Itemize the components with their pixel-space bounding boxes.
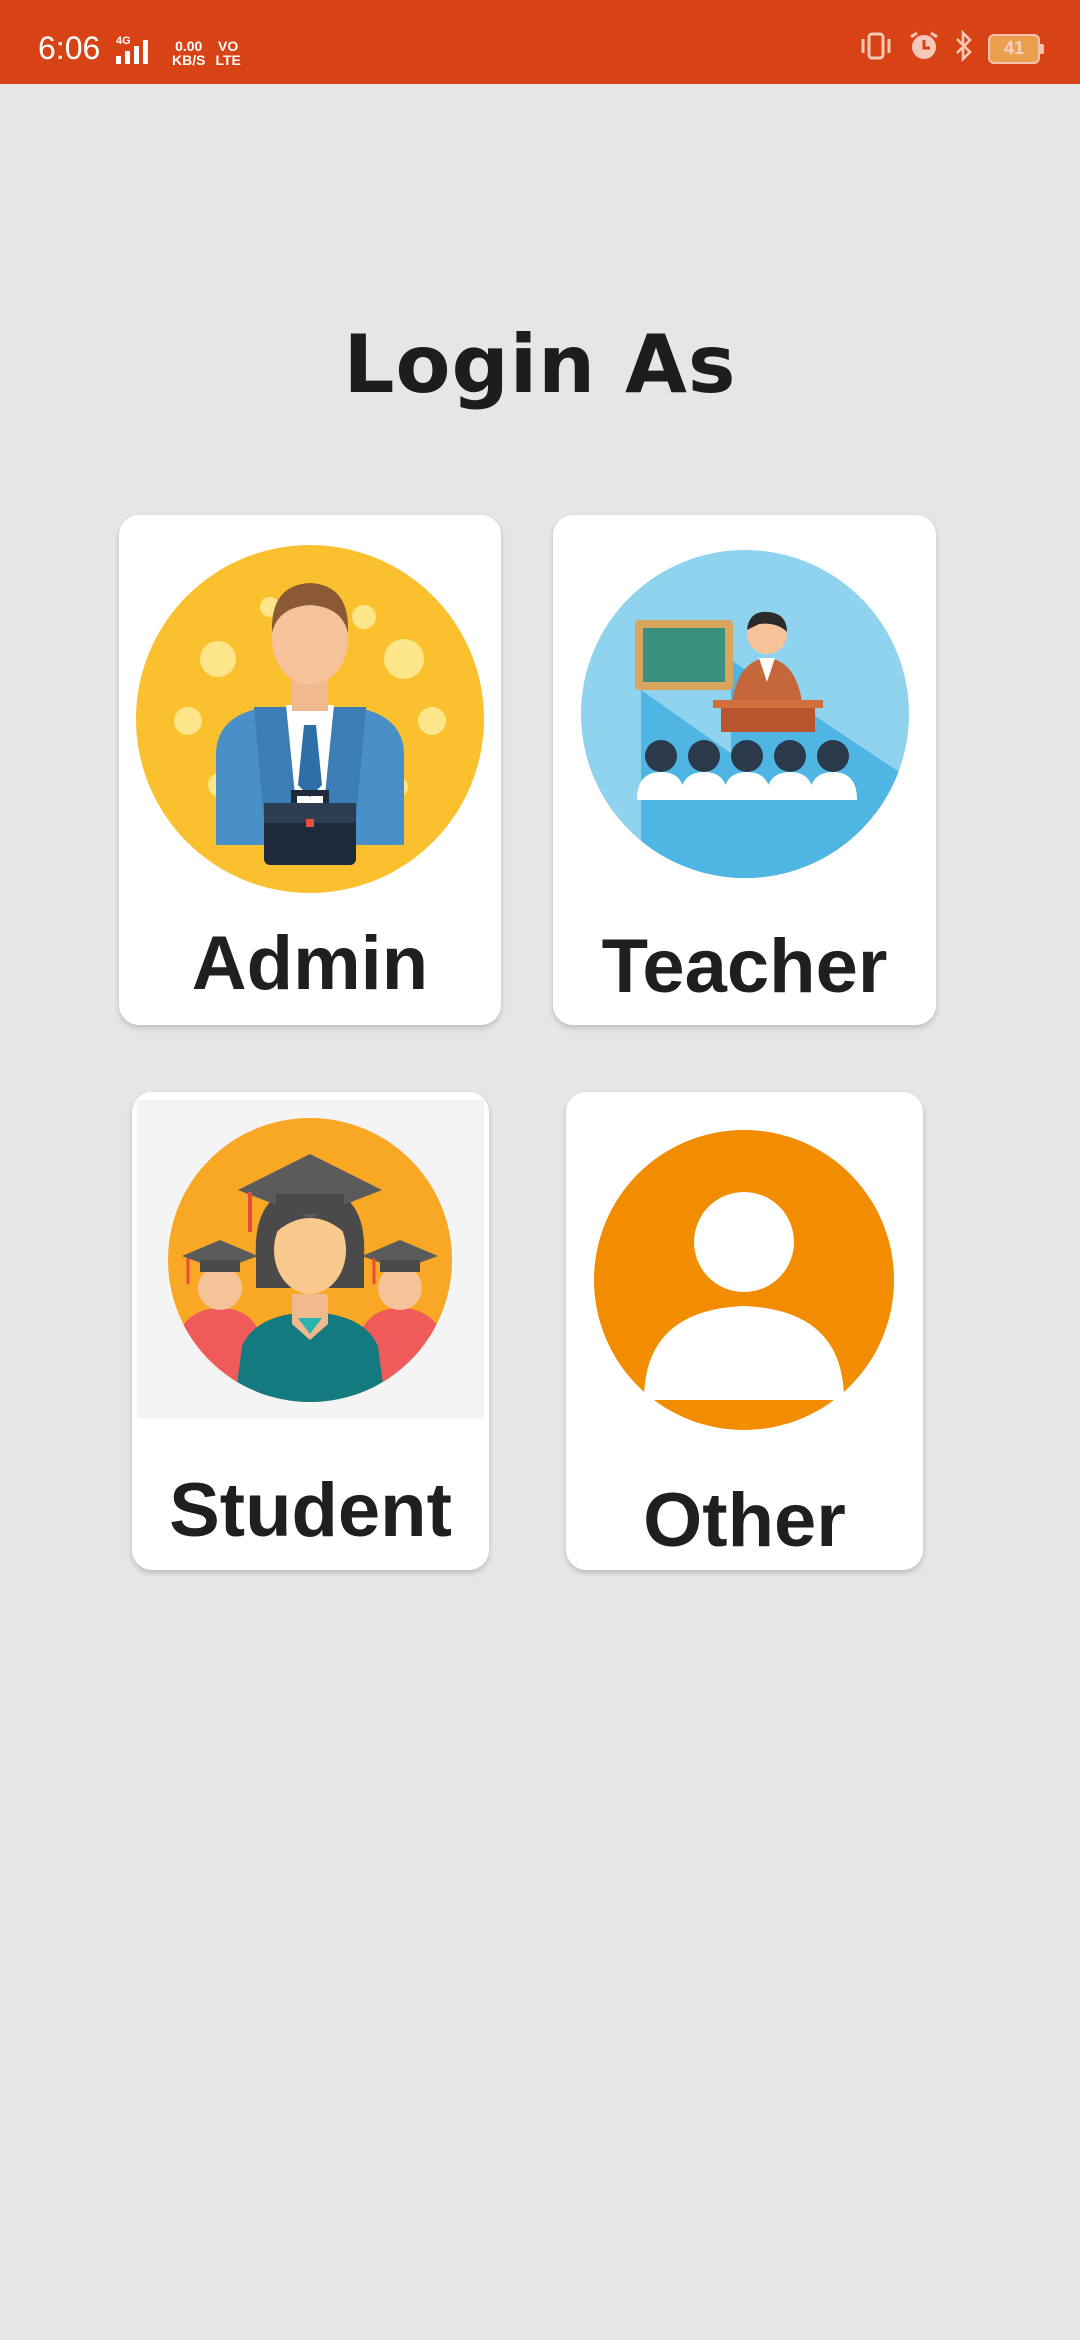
student-graduates-icon [168,1118,452,1402]
data-speed-unit: KB/S [172,51,206,68]
other-label: Other [643,1478,846,1563]
admin-avatar-icon [136,545,484,893]
student-label: Student [169,1468,452,1553]
volte-bottom: LTE [215,51,241,68]
status-right-indicators: 41 [858,29,1044,67]
admin-role-card[interactable]: Admin [119,515,501,1025]
generic-user-icon [594,1130,894,1430]
vibrate-icon [858,31,894,66]
other-role-card[interactable]: Other [566,1092,923,1570]
data-speed: 0.00 KB/S [172,39,205,67]
bluetooth-icon [954,29,974,67]
status-left-indicators: 4G 0.00 KB/S VO LTE [110,34,241,71]
teacher-classroom-icon [581,550,909,878]
battery-icon: 41 [988,33,1044,64]
volte-indicator: VO LTE [215,39,240,67]
page-title: Login As [343,318,737,411]
admin-label: Admin [191,921,429,1006]
svg-text:4G: 4G [116,35,131,47]
status-time: 6:06 [38,30,101,66]
alarm-icon [908,30,940,67]
teacher-role-card[interactable]: Teacher [553,515,936,1025]
teacher-label: Teacher [601,924,888,1009]
status-bar: 6:06 4G 0.00 KB/S VO LTE 41 [0,0,1080,84]
signal-icon: 4G [110,34,162,71]
student-role-card[interactable]: Student [132,1092,489,1570]
